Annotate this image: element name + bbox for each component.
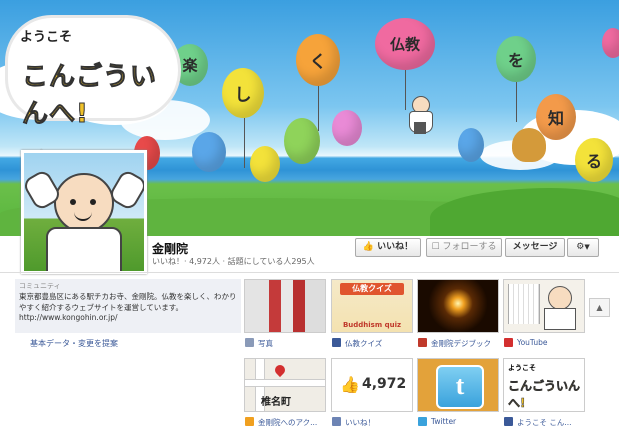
youtube-icon	[504, 338, 513, 347]
book-icon	[418, 338, 427, 347]
balloon: し	[222, 68, 264, 118]
balloon	[192, 132, 226, 172]
like-button-label: いいね！	[377, 242, 414, 252]
follow-button[interactable]: ☐ フォローする	[426, 238, 502, 257]
map-pin-icon	[272, 362, 288, 378]
balloon: を	[496, 36, 536, 82]
profile-picture[interactable]	[21, 150, 147, 274]
tile-digibook-caption[interactable]: 金剛院デジブック	[431, 338, 491, 349]
balloon	[250, 146, 280, 182]
collapse-button[interactable]: ▲	[589, 298, 610, 317]
likes-count: 4,972	[362, 376, 407, 392]
divider	[0, 272, 619, 273]
about-link[interactable]: 基本データ・変更を提案	[30, 338, 118, 349]
follow-icon: ☐	[431, 242, 440, 252]
message-button[interactable]: メッセージ	[505, 238, 565, 257]
tile-twitter[interactable]: t	[417, 358, 499, 412]
chevron-up-icon: ▲	[596, 303, 603, 312]
category-label: コミュニティ	[19, 282, 61, 290]
message-button-label: メッセージ	[512, 242, 558, 252]
balloon: 仏教	[375, 18, 435, 70]
tile-photos-caption[interactable]: 写真	[258, 338, 273, 349]
welcome-logo: ようこそ こんごういんへ!	[8, 18, 178, 130]
like-icon	[332, 417, 341, 426]
thumbs-up-icon: 👍	[362, 242, 375, 252]
balloon-string	[318, 86, 319, 131]
about-box: コミュニティ 東京都豊島区にある駅チカお寺、金剛院。仏教を楽しく、わかりやすく紹…	[15, 279, 241, 333]
balloon-string	[244, 118, 245, 168]
tile-buddhism-quiz[interactable]: 仏教クイズ Buddhism quiz	[331, 279, 413, 333]
balloon	[332, 110, 362, 146]
tile-photos[interactable]	[244, 279, 326, 333]
balloon	[284, 118, 320, 164]
map-pin-icon	[245, 417, 254, 426]
tile-quiz-caption[interactable]: 仏教クイズ	[345, 338, 382, 349]
logo-text-small: ようこそ	[20, 30, 73, 45]
app-icon	[504, 417, 513, 426]
tile-likes[interactable]: 👍 4,972	[331, 358, 413, 412]
balloon: く	[296, 34, 340, 86]
monk-robe	[46, 227, 122, 271]
thumbs-up-icon: 👍	[340, 375, 360, 394]
logo-text-large: こんごういんへ!	[22, 62, 158, 130]
monk-face	[54, 173, 114, 233]
tile-digibook[interactable]	[417, 279, 499, 333]
dog-illustration	[512, 128, 546, 162]
twitter-icon	[418, 417, 427, 426]
tile-welcome[interactable]: ようこそ こんごういんへ!	[503, 358, 585, 412]
balloon	[602, 28, 619, 58]
chevron-down-icon: ▼	[584, 243, 590, 251]
tile-access-map[interactable]: 椎名町	[244, 358, 326, 412]
tile-welcome-caption[interactable]: ようこそ こん...	[517, 417, 572, 428]
quiz-subtitle: Buddhism quiz	[342, 321, 402, 329]
hill	[430, 188, 619, 236]
tile-access-caption[interactable]: 金剛院へのアク...	[258, 417, 317, 428]
twitter-logo: t	[436, 365, 484, 409]
tile-youtube-caption[interactable]: YouTube	[517, 338, 548, 347]
tile-youtube[interactable]	[503, 279, 585, 333]
photo-icon	[245, 338, 254, 347]
like-button[interactable]: 👍 いいね！	[355, 238, 421, 257]
welcome-tile-text-small: ようこそ	[508, 364, 536, 372]
about-description: 東京都豊島区にある駅チカお寺、金剛院。仏教を楽しく、わかりやすく紹介するウェブサ…	[19, 292, 237, 322]
quiz-banner: 仏教クイズ	[340, 283, 404, 295]
follow-button-label: フォローする	[442, 242, 497, 252]
balloon: る	[575, 138, 613, 182]
map-station-label: 椎名町	[261, 397, 291, 408]
tile-twitter-caption[interactable]: Twitter	[431, 417, 456, 426]
page-stats: いいね！· 4,972人 · 話題にしている人295人	[152, 257, 315, 266]
balloon-string	[516, 82, 517, 122]
balloon	[458, 128, 484, 162]
page-title: 金剛院	[152, 242, 189, 256]
tile-likes-caption[interactable]: いいね！	[345, 417, 375, 428]
settings-dropdown-button[interactable]: ⚙▼	[567, 238, 599, 257]
app-icon	[332, 338, 341, 347]
monk-illustration	[406, 96, 434, 136]
welcome-tile-text-large: こんごういんへ!	[508, 379, 581, 411]
